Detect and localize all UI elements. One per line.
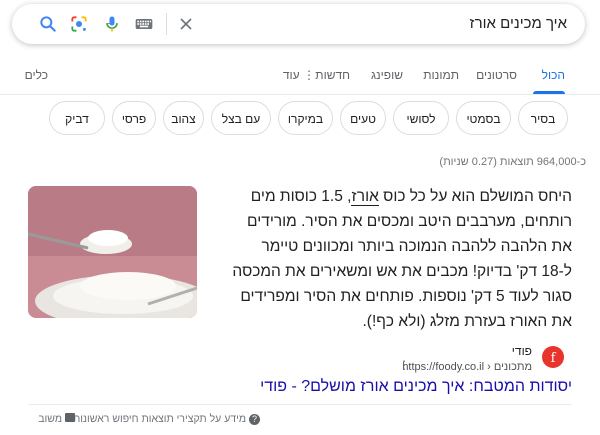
tab-images[interactable]: תמונות bbox=[423, 68, 459, 82]
help-icon: ? bbox=[249, 414, 260, 425]
snippet-highlight: אורז bbox=[351, 188, 379, 206]
search-bar-divider bbox=[166, 13, 167, 35]
about-snippets-link[interactable]: ? מידע על תקצירי תוצאות חיפוש ראשונות bbox=[73, 413, 260, 425]
result-stats: כ-964,000 תוצאות (0.27 שניות) bbox=[439, 156, 586, 168]
rice-thumbnail[interactable] bbox=[28, 186, 197, 318]
about-snippets-label: מידע על תקצירי תוצאות חיפוש ראשונות bbox=[72, 413, 247, 425]
chip-sticky[interactable]: דביק bbox=[49, 101, 105, 135]
snippet-part2: , 1.5 כוסות מים רותחים, מערבבים היטב ומכ… bbox=[232, 188, 572, 330]
active-tab-indicator bbox=[533, 91, 565, 94]
search-bar[interactable]: איך מכינים אורז bbox=[12, 4, 585, 44]
site-logo-icon[interactable]: f bbox=[542, 346, 564, 368]
tab-all[interactable]: הכול bbox=[542, 68, 565, 82]
microphone-icon[interactable] bbox=[102, 14, 122, 34]
tab-more-label: עוד bbox=[282, 68, 300, 82]
feedback-label: משוב bbox=[38, 413, 63, 425]
source-url[interactable]: https://foody.co.il › מתכונים bbox=[402, 361, 532, 373]
source-name[interactable]: פודי bbox=[512, 344, 532, 358]
chip-persian[interactable]: פרסי bbox=[112, 101, 156, 135]
search-input[interactable]: איך מכינים אורז bbox=[469, 15, 567, 32]
chip-tasty[interactable]: טעים bbox=[340, 101, 386, 135]
feedback-link[interactable]: משוב bbox=[38, 413, 75, 425]
svg-text:f: f bbox=[551, 351, 557, 366]
camera-lens-icon[interactable] bbox=[69, 14, 89, 34]
chip-basmati[interactable]: בסמטי bbox=[456, 101, 511, 135]
chip-microwave[interactable]: במיקרו bbox=[278, 101, 333, 135]
chip-onion[interactable]: עם בצל bbox=[211, 101, 271, 135]
more-vert-icon: ⋮ bbox=[303, 68, 315, 82]
result-title-link[interactable]: יסודות המטבח: איך מכינים אורז מושלם? - פ… bbox=[260, 378, 572, 396]
tab-more[interactable]: ⋮ עוד bbox=[283, 68, 315, 82]
tab-news[interactable]: חדשות bbox=[315, 68, 350, 82]
search-icon[interactable] bbox=[38, 14, 58, 34]
clear-icon[interactable] bbox=[176, 14, 196, 34]
chip-sushi[interactable]: לסושי bbox=[393, 101, 449, 135]
footer-divider bbox=[28, 404, 572, 405]
search-tabs: הכול סרטונים תמונות שופינג חדשות ⋮ עוד כ… bbox=[0, 58, 600, 95]
chip-pot[interactable]: בסיר bbox=[518, 101, 568, 135]
tab-videos[interactable]: סרטונים bbox=[476, 68, 517, 82]
feedback-icon bbox=[65, 413, 75, 422]
chip-yellow[interactable]: צהוב bbox=[163, 101, 204, 135]
more-vert-icon[interactable]: ⋮ bbox=[398, 358, 410, 372]
featured-snippet-text: היחס המושלם הוא על כל כוס אורז, 1.5 כוסו… bbox=[227, 184, 572, 334]
snippet-part1: היחס המושלם הוא על כל כוס bbox=[378, 188, 572, 205]
tab-shopping[interactable]: שופינג bbox=[371, 68, 403, 82]
keyboard-icon[interactable] bbox=[134, 14, 154, 34]
tab-tools[interactable]: כלים bbox=[25, 68, 48, 82]
